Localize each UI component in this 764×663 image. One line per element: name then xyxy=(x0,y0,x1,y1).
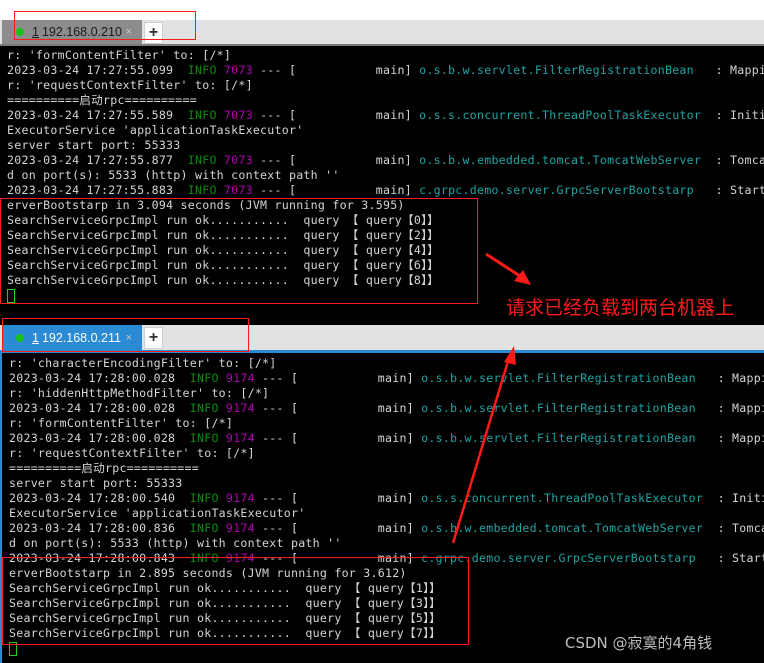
watermark: CSDN @寂寞的4角钱 xyxy=(565,634,713,652)
annotation-arrows xyxy=(451,252,531,544)
arrow-down-right-icon xyxy=(485,252,531,285)
arrow-up-icon xyxy=(451,346,516,544)
annotation-label: 请求已经负载到两台机器上 xyxy=(506,297,735,319)
